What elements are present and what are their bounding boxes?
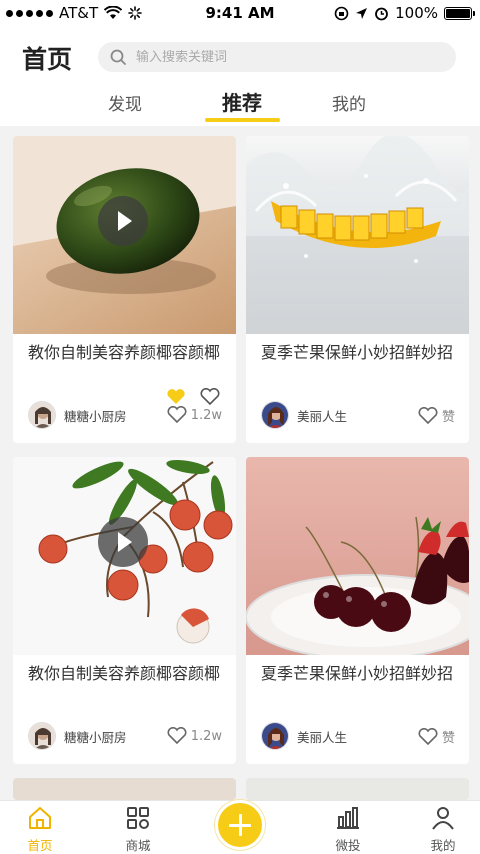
author-name: 美丽人生 (297, 408, 348, 424)
card-image-cherries (246, 457, 469, 655)
feed-card[interactable]: 教你自制美容养颜椰容颜椰 糖糖小厨房 1.2w (13, 457, 236, 764)
card-image-mango (246, 136, 469, 334)
avatar (261, 401, 289, 429)
tab-discover[interactable]: 发现 (85, 90, 165, 115)
tab-recommend[interactable]: 推荐 (202, 87, 282, 116)
active-tab-indicator (205, 118, 280, 122)
heart-outline-icon[interactable] (200, 388, 220, 406)
feed-card[interactable]: 教你自制美容养颜椰容颜椰 糖糖小厨房 1.2w (13, 136, 236, 443)
feed-card[interactable]: 夏季芒果保鲜小妙招鲜妙招 美丽人生 赞 (246, 457, 469, 764)
heart-icon (418, 727, 438, 745)
card-title: 教你自制美容养颜椰容颜椰 (28, 664, 221, 683)
battery-icon (444, 6, 475, 20)
heart-filled-icon (167, 389, 185, 404)
tabbar-mine[interactable]: 我的 (413, 805, 473, 854)
add-button[interactable] (215, 800, 265, 850)
heart-icon (418, 406, 438, 424)
header: 首页 发现 推荐 我的 (0, 28, 480, 126)
store-icon (127, 807, 149, 829)
like-button[interactable]: 赞 (418, 727, 455, 746)
like-button[interactable]: 赞 (418, 406, 455, 425)
feed-card-partial[interactable] (13, 778, 236, 800)
user-icon (432, 807, 454, 830)
tabbar-invest[interactable]: 微投 (318, 805, 378, 854)
author-name: 糖糖小厨房 (64, 729, 127, 745)
tabbar-label: 微投 (335, 838, 361, 853)
battery-percent: 100% (395, 4, 438, 22)
feed-card[interactable]: 夏季芒果保鲜小妙招鲜妙招 美丽人生 赞 (246, 136, 469, 443)
heart-icon (167, 727, 187, 745)
like-count: 1.2w (190, 407, 222, 423)
avatar (28, 401, 56, 429)
tabbar-label: 首页 (27, 838, 53, 853)
like-button[interactable]: 1.2w (167, 727, 222, 745)
author-name: 糖糖小厨房 (64, 408, 127, 424)
chart-icon (337, 807, 359, 829)
author-name: 美丽人生 (297, 729, 348, 745)
card-title: 教你自制美容养颜椰容颜椰 (28, 343, 221, 362)
author[interactable]: 糖糖小厨房 (28, 401, 127, 429)
card-title: 夏季芒果保鲜小妙招鲜妙招 (261, 343, 454, 362)
tab-strip: 发现 推荐 我的 (0, 86, 480, 126)
author[interactable]: 美丽人生 (261, 722, 347, 750)
card-title: 夏季芒果保鲜小妙招鲜妙招 (261, 664, 454, 683)
like-count: 1.2w (190, 728, 222, 744)
author[interactable]: 美丽人生 (261, 401, 347, 429)
alarm-icon (375, 7, 389, 20)
author[interactable]: 糖糖小厨房 (28, 722, 127, 750)
like-button[interactable]: 1.2w (167, 406, 222, 424)
card-image-avocado (13, 136, 236, 334)
card-image-lychee (13, 457, 236, 655)
play-icon[interactable] (98, 196, 148, 246)
tabbar-label: 商城 (125, 838, 151, 853)
avatar (261, 722, 289, 750)
like-count: 赞 (441, 410, 455, 425)
tabbar-home[interactable]: 首页 (10, 805, 70, 854)
heart-icon (167, 406, 187, 424)
home-icon (29, 807, 51, 829)
like-count: 赞 (441, 731, 455, 746)
search-icon (110, 49, 126, 65)
rotation-lock-icon (334, 6, 349, 20)
avatar (28, 722, 56, 750)
location-icon (356, 7, 368, 19)
feed-card-partial[interactable] (246, 778, 469, 800)
tabbar-store[interactable]: 商城 (108, 805, 168, 854)
page-title: 首页 (22, 45, 73, 74)
tab-mine[interactable]: 我的 (309, 90, 389, 115)
search-input[interactable] (136, 49, 436, 65)
tabbar-label: 我的 (430, 838, 456, 853)
play-icon[interactable] (98, 517, 148, 567)
search-bar[interactable] (98, 42, 456, 72)
status-bar: AT&T 9:41 AM 100% (0, 0, 480, 28)
